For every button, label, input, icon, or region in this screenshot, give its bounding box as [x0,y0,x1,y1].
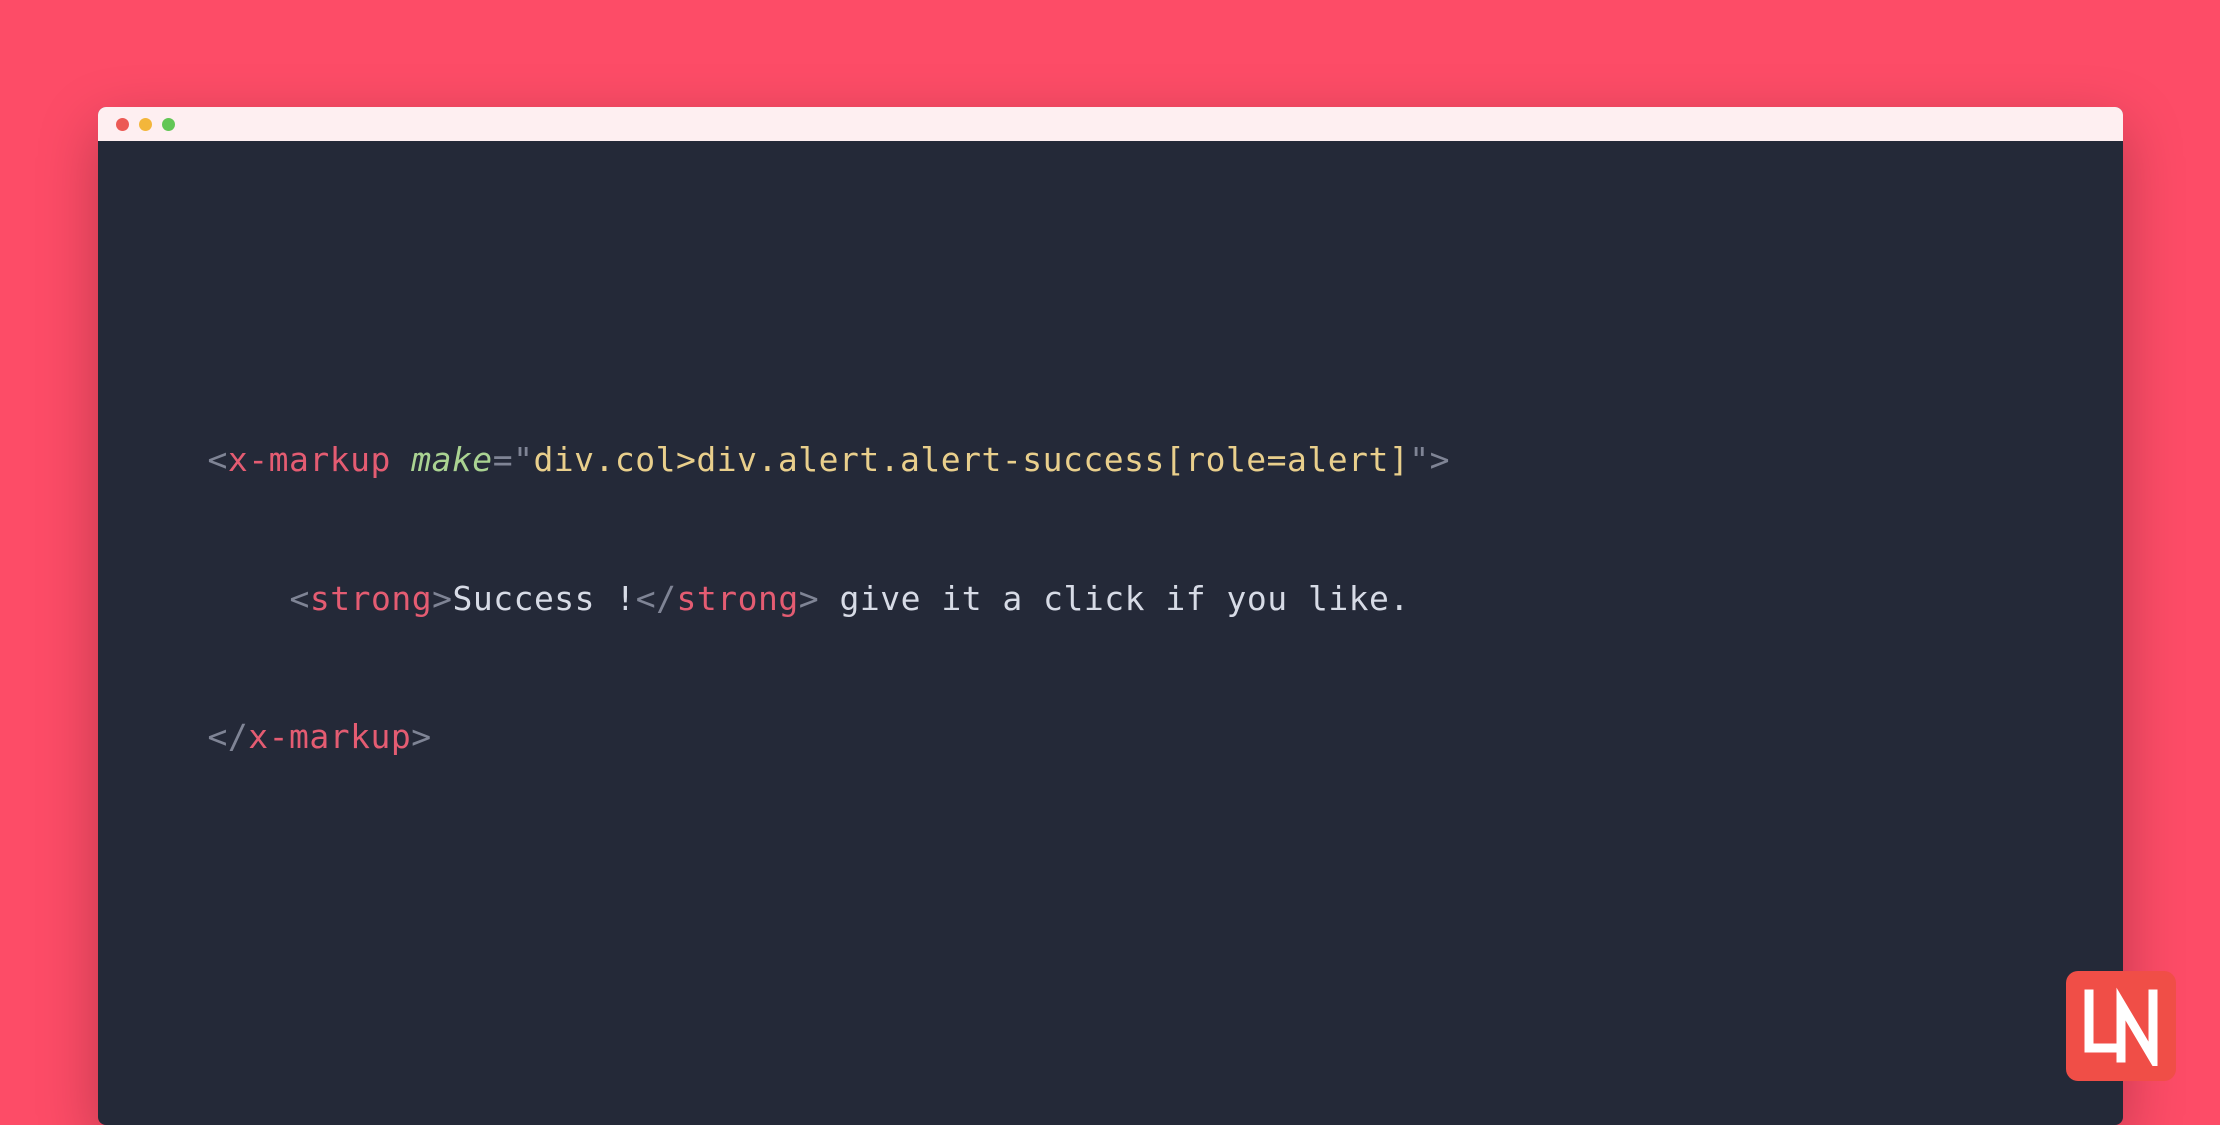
text-content: Success ! [452,579,635,618]
maximize-icon[interactable] [162,118,175,131]
close-bracket-open: </ [636,579,677,618]
bracket-open: < [290,579,310,618]
tag-name: x-markup [248,717,411,756]
close-bracket-open: </ [208,717,249,756]
tag-strong-open: strong [310,579,432,618]
bracket-close: > [411,717,431,756]
code-content: <x-markup make="div.col>div.alert.alert-… [208,356,2013,910]
bracket-open: < [208,440,228,479]
code-line-1: <x-markup make="div.col>div.alert.alert-… [208,425,2013,494]
close-icon[interactable] [116,118,129,131]
tag-strong-close: strong [677,579,799,618]
quote-close: " [1409,440,1429,479]
bracket-close: > [799,579,819,618]
code-window: <x-markup make="div.col>div.alert.alert-… [98,107,2123,1125]
ln-logo-icon [2081,986,2161,1066]
minimize-icon[interactable] [139,118,152,131]
attr-value: div.col>div.alert.alert-success[role=ale… [533,440,1409,479]
brand-logo [2066,971,2176,1081]
code-editor: <x-markup make="div.col>div.alert.alert-… [98,141,2123,1125]
quote-open: " [513,440,533,479]
text-content: give it a click if you like. [819,579,1410,618]
bracket-close: > [432,579,452,618]
tag-name: x-markup [228,440,391,479]
bracket-close: > [1430,440,1450,479]
window-titlebar [98,107,2123,141]
code-line-2: <strong>Success !</strong> give it a cli… [208,564,2013,633]
attr-name: make [411,440,492,479]
equals: = [493,440,513,479]
code-line-3: </x-markup> [208,702,2013,771]
